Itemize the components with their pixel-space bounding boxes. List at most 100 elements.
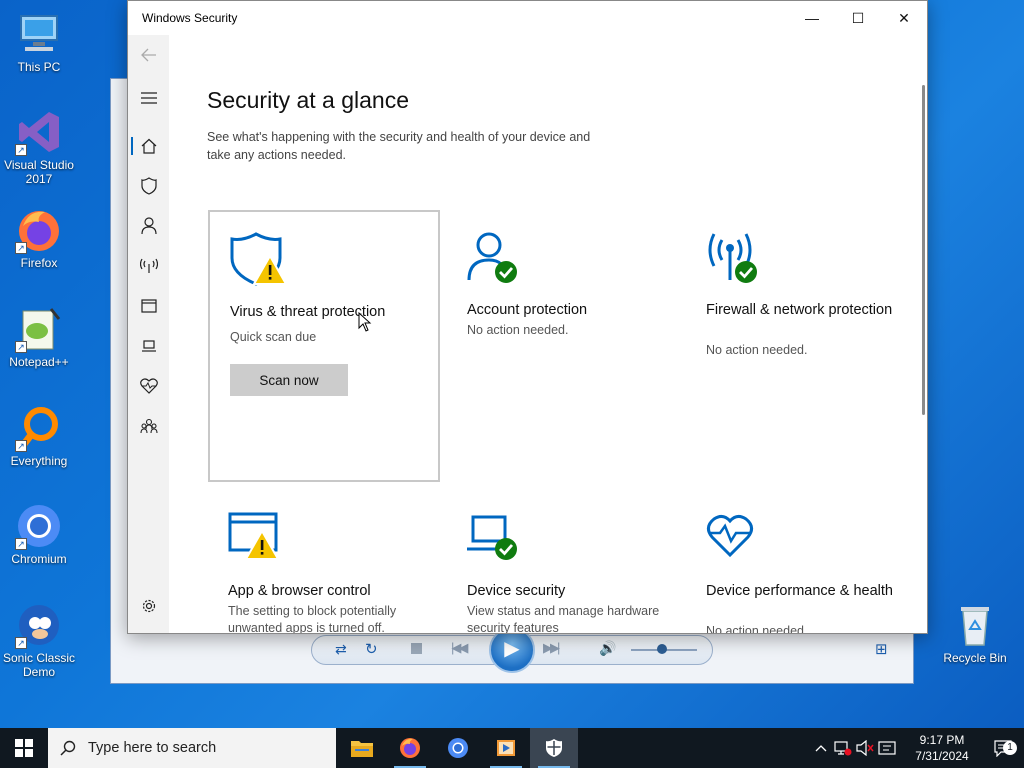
wireless-antenna-icon [139,258,158,273]
desktop-icon-chromium[interactable]: ↗ Chromium [0,502,78,566]
chromium-icon [448,738,468,758]
previous-icon[interactable]: |◀◀ [451,640,468,656]
laptop-icon [141,340,156,352]
tile-status: View status and manage hardware security… [467,604,660,634]
laptop-check-icon [467,511,527,569]
desktop-icon-label: Visual Studio 2017 [4,158,74,186]
desktop-icon-everything[interactable]: ↗ Everything [0,404,78,468]
shortcut-arrow-icon: ↗ [15,637,27,649]
account-check-icon [467,230,527,288]
tile-title: Device performance & health [706,583,893,599]
desktop-icon-visual-studio[interactable]: ↗ Visual Studio 2017 [0,108,78,186]
shortcut-arrow-icon: ↗ [15,341,27,353]
taskbar-search-box[interactable]: Type here to search [48,728,336,768]
taskbar-chromium[interactable] [434,728,482,768]
close-button[interactable]: ✕ [881,1,927,35]
tile-device-performance-health[interactable]: Device performance & health No action ne… [686,491,918,633]
clock-date: 7/31/2024 [915,749,969,763]
tile-app-browser-control[interactable]: App & browser control The setting to blo… [208,491,440,634]
chevron-up-icon[interactable] [810,744,832,752]
taskbar-windows-security[interactable] [530,728,578,768]
volume-icon[interactable]: 🔊 [599,640,616,657]
sidebar-item-virus-protection[interactable] [128,168,169,204]
maximize-button[interactable]: ☐ [835,1,881,35]
shuffle-icon[interactable]: ⇄ [335,641,347,658]
taskbar-file-explorer[interactable] [338,728,386,768]
stop-icon[interactable] [411,643,422,654]
sidebar-item-device-security[interactable] [128,328,169,364]
scan-now-button[interactable]: Scan now [230,364,348,396]
menu-button[interactable] [128,80,169,116]
desktop-icon-label: Sonic Classic Demo [2,651,76,679]
heart-pulse-icon [139,378,158,394]
desktop-icon-notepadpp[interactable]: ↗ Notepad++ [0,305,78,369]
title-bar[interactable]: Windows Security — ☐ ✕ [128,1,927,35]
desktop-icon-sonic[interactable]: ↗ Sonic Classic Demo [0,601,78,679]
sidebar-item-account[interactable] [128,208,169,244]
sidebar-item-firewall[interactable] [128,248,169,284]
taskbar-firefox[interactable] [386,728,434,768]
start-button[interactable] [0,728,48,768]
tile-title: App & browser control [228,583,371,599]
shortcut-arrow-icon: ↗ [15,242,27,254]
search-placeholder: Type here to search [88,740,217,756]
sidebar [128,35,169,633]
taskbar-clock[interactable]: 9:17 PM 7/31/2024 [902,732,982,764]
tile-virus-threat-protection[interactable]: Virus & threat protection Quick scan due… [208,210,440,482]
back-button[interactable] [128,37,169,73]
windows-logo-icon [15,739,33,757]
desktop-icon-label: Notepad++ [9,355,69,369]
volume-muted-icon[interactable] [854,740,876,756]
desktop-icon-recycle-bin[interactable]: Recycle Bin [936,601,1014,665]
sidebar-item-home[interactable] [128,128,169,164]
taskbar-media-player[interactable] [482,728,530,768]
desktop-icon-label: This PC [17,60,61,74]
search-icon [60,740,76,756]
tile-status: The setting to block potentially unwante… [228,604,397,634]
tile-firewall-network[interactable]: Firewall & network protection No action … [686,210,918,482]
input-indicator-icon[interactable] [876,740,898,756]
recycle-bin-icon [951,601,999,649]
sidebar-item-app-browser[interactable] [128,288,169,324]
tile-device-security[interactable]: Device security View status and manage h… [447,491,679,634]
page-title: Security at a glance [207,87,410,113]
tile-status: No action needed. [467,323,569,337]
browser-window-icon [140,299,157,313]
desktop-icon-this-pc[interactable]: This PC [0,10,78,74]
sidebar-item-family[interactable] [128,408,169,444]
next-icon[interactable]: ▶▶| [543,640,560,656]
shortcut-arrow-icon: ↗ [15,538,27,550]
browser-warning-icon [228,511,288,569]
shield-warning-icon [230,232,290,290]
home-icon [141,138,156,154]
gear-icon [142,599,155,613]
computer-icon [15,10,63,58]
tile-account-protection[interactable]: Account protection No action needed. [447,210,679,482]
notification-center-button[interactable]: 1 [982,739,1024,757]
desktop-icon-label: Recycle Bin [943,651,1007,665]
tile-title: Firewall & network protection [706,302,893,318]
firefox-icon [400,738,420,758]
visual-studio-icon: ↗ [15,108,63,156]
page-subtitle: See what's happening with the security a… [207,130,591,162]
folder-icon [351,741,373,757]
switch-to-now-playing-icon[interactable]: ⊞ [875,640,888,658]
tile-title: Virus & threat protection [230,304,386,320]
tile-status: No action needed. [706,343,808,357]
sidebar-item-settings[interactable] [128,588,169,624]
desktop-icon-firefox[interactable]: ↗ Firefox [0,206,78,270]
shortcut-arrow-icon: ↗ [15,440,27,452]
vertical-scrollbar[interactable] [922,85,925,415]
network-icon[interactable] [832,740,854,756]
shield-icon [546,739,562,757]
tile-status: Quick scan due [230,330,317,344]
sonic-icon: ↗ [15,601,63,649]
shield-icon [140,177,157,195]
mouse-cursor-icon [358,312,372,332]
repeat-icon[interactable]: ↻ [365,640,378,658]
volume-thumb[interactable] [657,644,667,654]
hamburger-icon [140,92,157,104]
minimize-button[interactable]: — [789,1,835,35]
sidebar-item-device-health[interactable] [128,368,169,404]
windows-security-window: Windows Security — ☐ ✕ Security at a gla… [127,0,928,634]
